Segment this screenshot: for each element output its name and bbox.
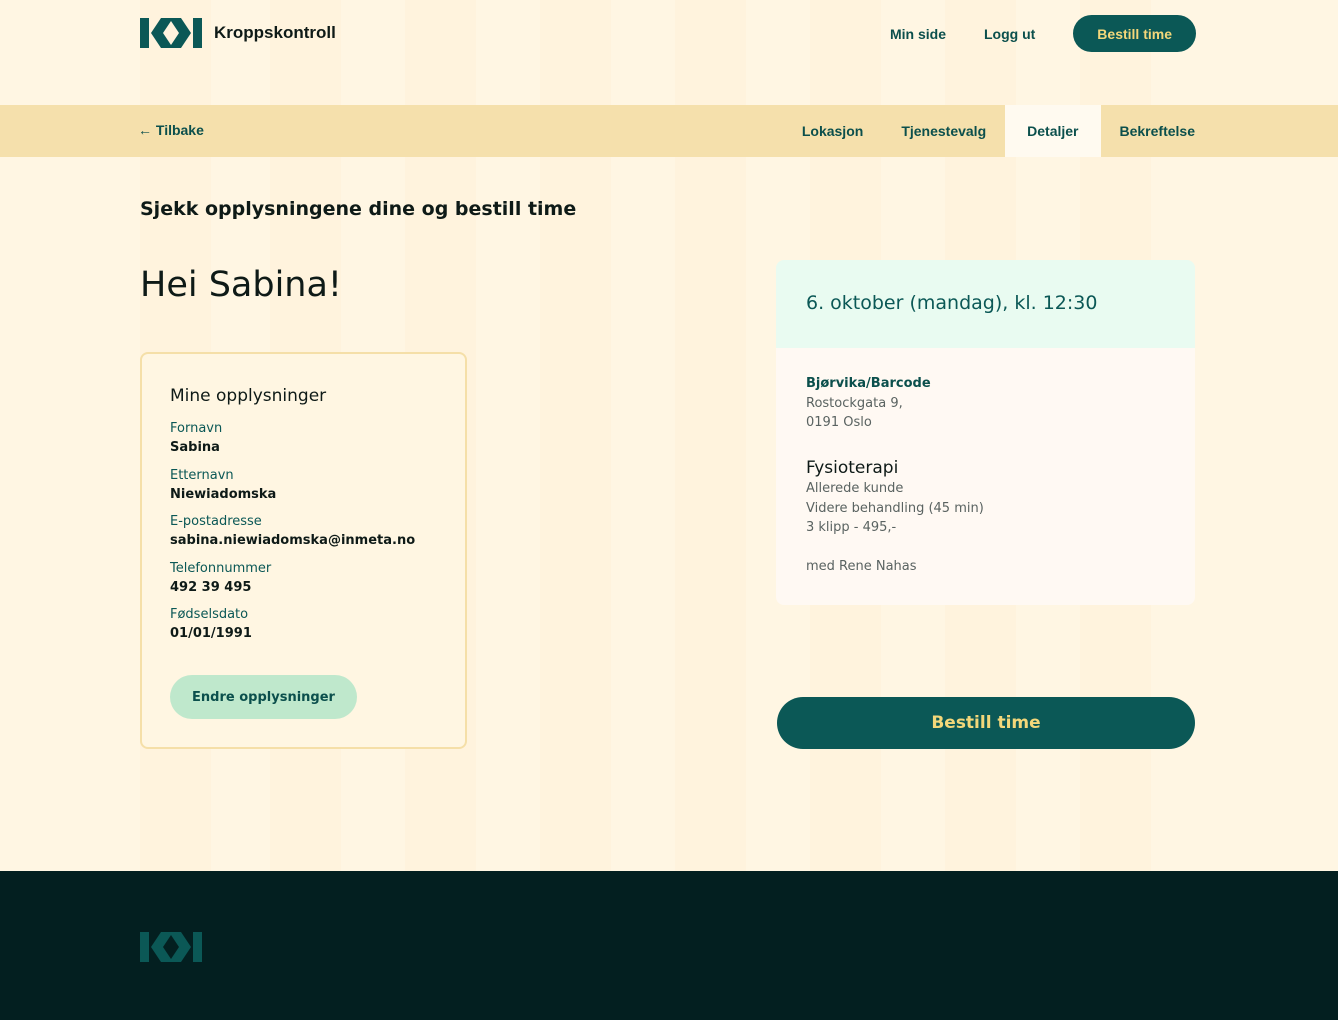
booking-summary-header: 6. oktober (mandag), kl. 12:30 [776, 260, 1195, 348]
kroppskontroll-logo-icon [140, 18, 202, 48]
page-subtitle: Sjekk opplysningene dine og bestill time [140, 198, 577, 220]
address-line-2: 0191 Oslo [806, 415, 872, 430]
step-lokasjon[interactable]: Lokasjon [783, 105, 882, 157]
therapist: med Rene Nahas [806, 559, 917, 574]
footer [0, 871, 1338, 1020]
treatment: Videre behandling (45 min) [806, 501, 984, 516]
field-label: Fornavn [170, 421, 223, 436]
field-label: Telefonnummer [170, 561, 272, 576]
field-value: 01/01/1991 [170, 626, 252, 641]
greeting: Hei Sabina! [140, 265, 342, 305]
field-value: sabina.niewiadomska@inmeta.no [170, 533, 416, 548]
brand-logo[interactable]: Kroppskontroll [140, 18, 336, 48]
footer-logo[interactable] [140, 932, 202, 966]
step-bar: ← Tilbake Lokasjon Tjenestevalg Detaljer… [0, 105, 1338, 157]
book-button[interactable]: Bestill time [777, 697, 1195, 749]
field-epost: E-postadresse sabina.niewiadomska@inmeta… [170, 514, 415, 548]
nav-logg-ut[interactable]: Logg ut [984, 26, 1035, 42]
field-label: E-postadresse [170, 514, 262, 529]
field-value: Sabina [170, 440, 220, 455]
nav-min-side[interactable]: Min side [890, 26, 946, 42]
step-detaljer[interactable]: Detaljer [1005, 105, 1101, 157]
edit-profile-button[interactable]: Endre opplysninger [170, 675, 357, 719]
profile-title: Mine opplysninger [170, 386, 327, 406]
customer-type: Allerede kunde [806, 481, 904, 496]
field-label: Etternavn [170, 468, 234, 483]
booking-summary-body: Bjørvika/Barcode Rostockgata 9, 0191 Osl… [776, 348, 1195, 605]
header: Kroppskontroll Min side Logg ut Bestill … [0, 0, 1338, 105]
back-link[interactable]: ← Tilbake [138, 122, 204, 138]
field-telefon: Telefonnummer 492 39 495 [170, 561, 271, 595]
profile-card: Mine opplysninger Fornavn Sabina Etterna… [140, 352, 467, 749]
field-value: Niewiadomska [170, 487, 277, 502]
kroppskontroll-logo-icon [140, 932, 202, 962]
booking-summary: 6. oktober (mandag), kl. 12:30 Bjørvika/… [776, 260, 1195, 605]
field-fodselsdato: Fødselsdato 01/01/1991 [170, 607, 252, 641]
step-bekreftelse[interactable]: Bekreftelse [1101, 105, 1196, 157]
price: 3 klipp - 495,- [806, 520, 897, 535]
field-label: Fødselsdato [170, 607, 249, 622]
top-nav: Min side Logg ut Bestill time [890, 15, 1196, 52]
address-line-1: Rostockgata 9, [806, 396, 903, 411]
booking-datetime: 6. oktober (mandag), kl. 12:30 [806, 292, 1098, 314]
brand-name: Kroppskontroll [214, 23, 336, 42]
service-name: Fysioterapi [806, 458, 899, 478]
header-book-button[interactable]: Bestill time [1073, 15, 1196, 52]
location-name: Bjørvika/Barcode [806, 376, 931, 391]
steps: Lokasjon Tjenestevalg Detaljer Bekreftel… [783, 105, 1195, 157]
page: Kroppskontroll Min side Logg ut Bestill … [0, 0, 1338, 1020]
field-fornavn: Fornavn Sabina [170, 421, 222, 455]
field-etternavn: Etternavn Niewiadomska [170, 468, 276, 502]
step-tjenestevalg[interactable]: Tjenestevalg [882, 105, 1005, 157]
field-value: 492 39 495 [170, 580, 252, 595]
